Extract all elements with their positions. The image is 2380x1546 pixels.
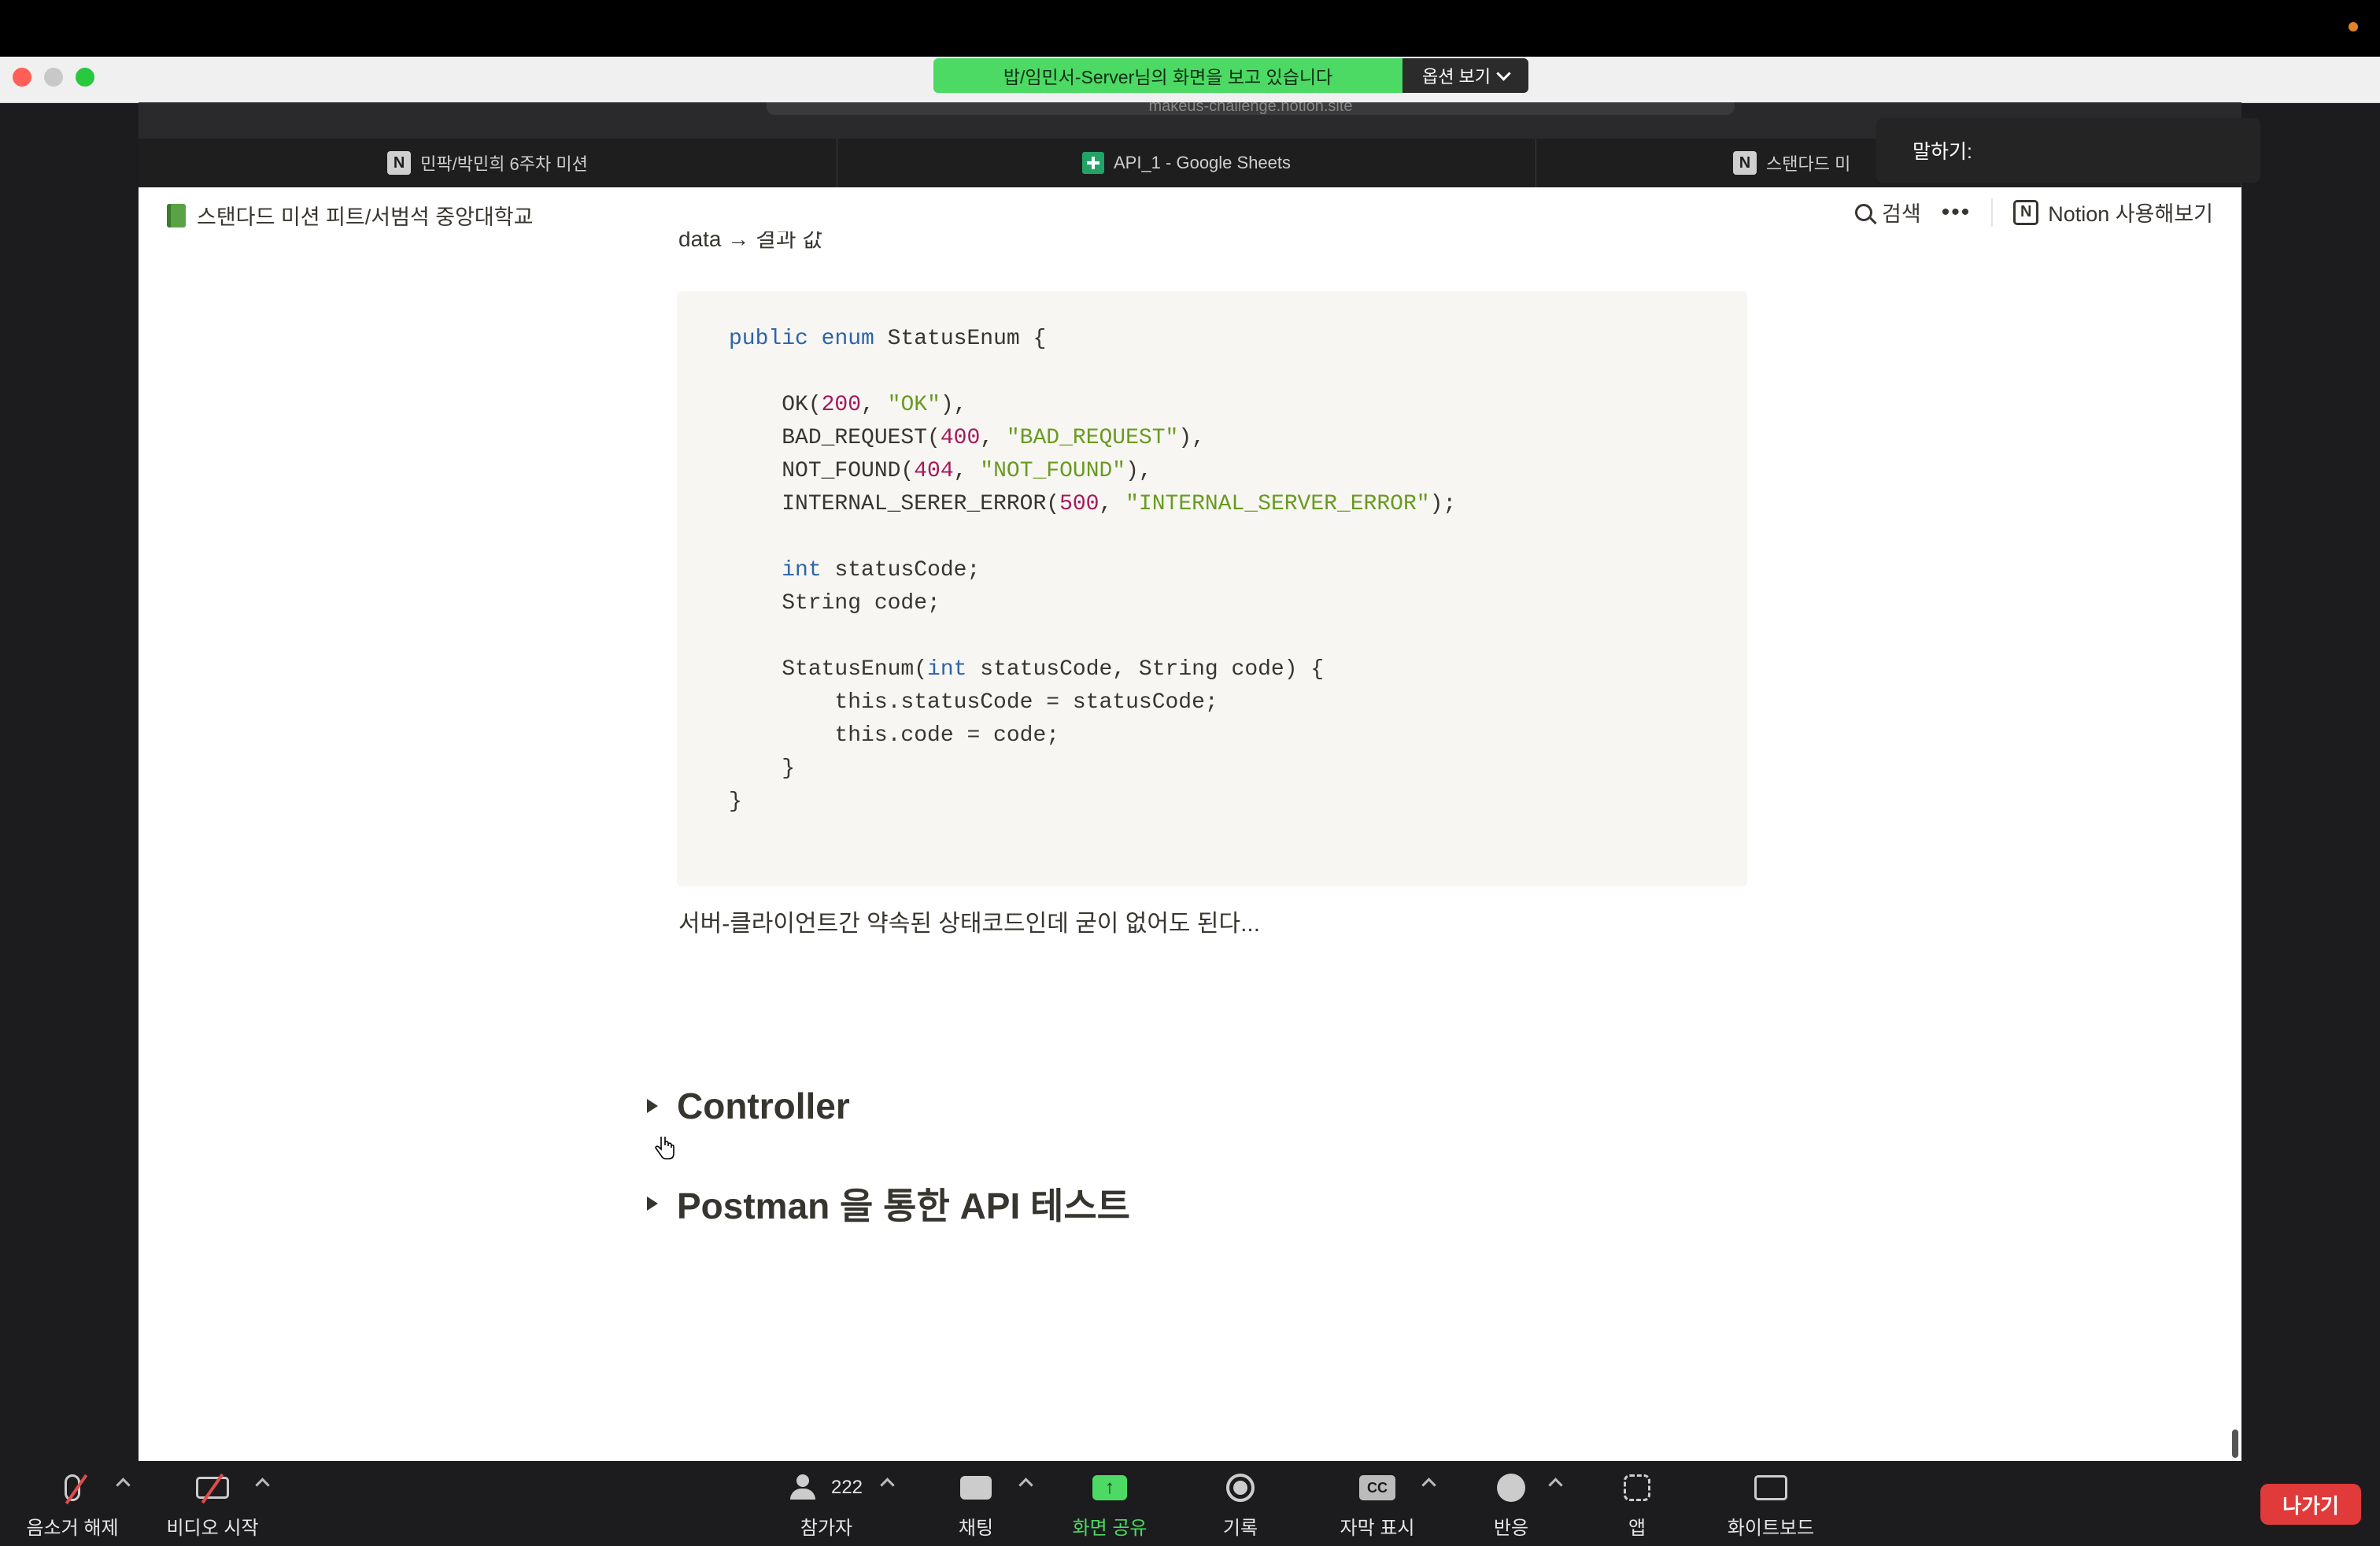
unmute-button[interactable]: 음소거 해제 [25,1469,120,1540]
toggle-title: Controller [677,1086,850,1126]
record-button[interactable]: 기록 [1209,1469,1272,1540]
book-icon [167,203,186,227]
video-off-icon [196,1473,229,1504]
apps-button[interactable]: 앱 [1606,1469,1669,1540]
url-bar: makeus-challenge.notion.site [767,102,1735,115]
notion-header: 스탠다드 미션 피트/서범석 중앙대학교 검색 ••• N Notion 사용해… [139,187,2241,236]
toggle-title: Postman 을 통한 API 테스트 [677,1185,1130,1226]
record-label: 기록 [1222,1518,1258,1539]
participants-button[interactable]: 222 참가자 [767,1469,885,1540]
chat-caret-icon[interactable] [1018,1478,1033,1492]
reaction-smiley-icon [1497,1474,1525,1502]
page-content: data → 결과 값 public enum StatusEnum { OK(… [139,231,2241,1461]
macos-menubar [0,0,2380,57]
notion-icon: N [1733,151,1757,175]
chat-label: 채팅 [958,1518,994,1539]
browser-tab[interactable]: API_1 - Google Sheets [837,139,1536,187]
scrollbar[interactable] [2232,1429,2238,1458]
search-icon [1855,203,1873,221]
chat-button[interactable]: 채팅 [944,1469,1007,1540]
participants-icon [789,1474,826,1501]
screen-share-banner: 밥/임민서-Server님의 화면을 보고 있습니다 [933,58,1402,93]
header-actions: 검색 ••• N Notion 사용해보기 [1855,197,2213,227]
recording-indicator-dot [2349,22,2358,31]
browser-tab[interactable]: N 민팍/박민희 6주차 미션 [139,139,837,187]
meeting-toolbar: 음소거 해제 비디오 시작 222 참가자 채팅 ↑ 화면 공유 기록 CC 자… [0,1461,2380,1546]
leave-button[interactable]: 나가기 [2260,1484,2361,1525]
share-screen-icon: ↑ [1092,1475,1127,1500]
captions-label: 자막 표시 [1340,1518,1415,1539]
try-notion-button[interactable]: N Notion 사용해보기 [2013,197,2213,227]
speaking-label: 말하기: [1913,141,1972,163]
breadcrumb-label: 스탠다드 미션 피트/서범석 중앙대학교 [197,205,534,229]
chat-icon [960,1476,992,1500]
share-screen-button[interactable]: ↑ 화면 공유 [1062,1469,1157,1540]
notion-icon: N [387,151,412,175]
view-options-label: 옵션 보기 [1421,67,1491,87]
speaking-indicator: 말하기: [1876,118,2260,183]
reactions-label: 반응 [1493,1518,1529,1539]
toggle-block-postman[interactable]: Postman 을 통한 API 테스트 [647,1178,1130,1230]
paragraph: 서버-클라이언트간 약속된 상태코드인데 굳이 없어도 된다... [678,911,1261,937]
microphone-muted-icon [65,1474,88,1505]
notion-logo-icon: N [2013,199,2039,225]
sheets-icon [1081,152,1104,174]
toggle-triangle-icon[interactable] [647,1099,658,1113]
whiteboard-icon [1754,1475,1787,1500]
unmute-label: 음소거 해제 [26,1518,119,1539]
view-options-button[interactable]: 옵션 보기 [1402,58,1528,93]
zoom-window-button[interactable] [76,68,94,87]
code-text: public enum StatusEnum { OK(200, "OK"), … [729,327,1457,814]
closed-captions-icon: CC [1359,1475,1395,1500]
search-label: 검색 [1882,202,1921,226]
minimize-window-button[interactable] [44,68,63,87]
record-icon [1226,1474,1255,1502]
apps-label: 앱 [1628,1518,1646,1539]
participants-count: 222 [830,1477,863,1498]
reactions-caret-icon[interactable] [1548,1478,1563,1492]
participants-label: 참가자 [800,1518,853,1539]
shared-screen: makeus-challenge.notion.site N 민팍/박민희 6주… [139,102,2241,1461]
apps-icon [1624,1474,1650,1501]
share-screen-label: 화면 공유 [1072,1518,1148,1539]
hand-cursor-icon [655,1137,674,1160]
whiteboard-label: 화이트보드 [1727,1518,1815,1539]
breadcrumb[interactable]: 스탠다드 미션 피트/서범석 중앙대학교 [167,200,533,231]
tab-label: 스탠다드 미 [1766,154,1851,174]
chevron-down-icon [1496,65,1511,81]
tab-label: API_1 - Google Sheets [1113,153,1292,172]
divider [1991,198,1994,227]
close-window-button[interactable] [13,68,31,87]
code-block[interactable]: public enum StatusEnum { OK(200, "OK"), … [677,291,1747,886]
toggle-block-controller[interactable]: Controller [647,1085,850,1127]
reactions-button[interactable]: 반응 [1480,1469,1543,1540]
toggle-triangle-icon[interactable] [647,1196,658,1211]
tab-label: 민팍/박민희 6주차 미션 [420,154,588,174]
start-video-label: 비디오 시작 [166,1518,259,1539]
more-options-icon[interactable]: ••• [1942,200,1972,224]
whiteboard-button[interactable]: 화이트보드 [1724,1469,1818,1540]
start-video-button[interactable]: 비디오 시작 [165,1469,260,1540]
try-notion-label: Notion 사용해보기 [2048,202,2213,226]
partial-text: data → 결과 값 [678,231,823,249]
search-button[interactable]: 검색 [1855,197,1921,227]
captions-button[interactable]: CC 자막 표시 [1330,1469,1425,1540]
